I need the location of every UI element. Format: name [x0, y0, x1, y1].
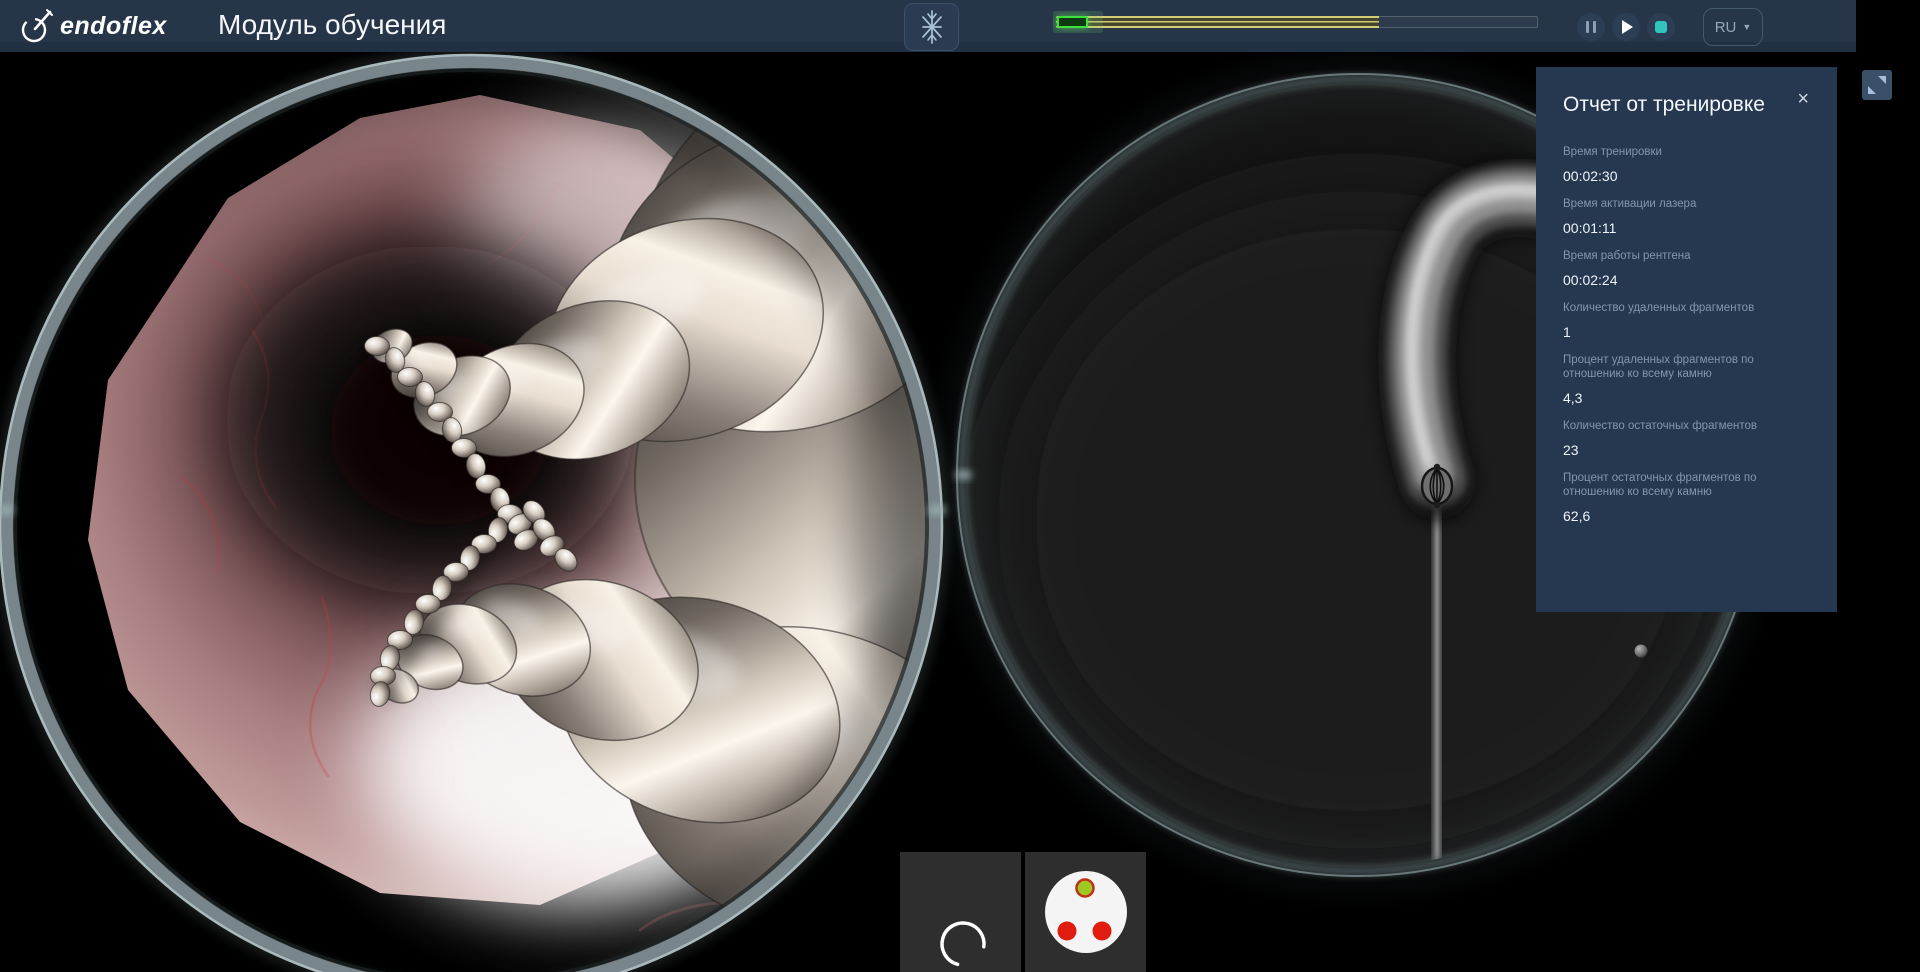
language-selector[interactable]: RU ▼: [1703, 8, 1763, 46]
laser-star-icon: [916, 9, 948, 45]
xray-time-segment: [1056, 16, 1379, 28]
channel-dot-left: [1058, 922, 1077, 941]
stop-button[interactable]: [1647, 13, 1675, 41]
report-item: Количество удаленных фрагментов 1: [1563, 301, 1811, 340]
training-report-panel: Отчет от тренировке × Время тренировки 0…: [1536, 67, 1837, 612]
report-item-value: 00:02:24: [1563, 272, 1811, 288]
rotation-arc: [937, 918, 988, 969]
report-item: Время активации лазера 00:01:11: [1563, 197, 1811, 236]
expand-fullscreen-button[interactable]: [1862, 70, 1892, 100]
report-item-label: Количество удаленных фрагментов: [1563, 301, 1811, 315]
report-item: Время тренировки 00:02:30: [1563, 145, 1811, 184]
laser-time-segment: [1057, 16, 1088, 28]
training-module-screen: Отчет от тренировке × Время тренировки 0…: [0, 0, 1920, 972]
pause-button[interactable]: [1577, 13, 1605, 41]
report-item: Процент удаленных фрагментов по отношени…: [1563, 353, 1811, 406]
report-item-label: Время работы рентгена: [1563, 249, 1811, 263]
top-bar: endoflex Модуль обучения: [0, 0, 1856, 52]
report-item-value: 00:02:30: [1563, 168, 1811, 184]
laser-channel-dot: [1077, 880, 1094, 897]
report-item-value: 62,6: [1563, 508, 1811, 524]
guidewire: [1431, 495, 1442, 863]
report-item-value: 1: [1563, 324, 1811, 340]
logo: endoflex: [18, 7, 167, 45]
page-title: Модуль обучения: [218, 9, 446, 41]
channel-dot-right: [1093, 922, 1112, 941]
report-item-label: Время тренировки: [1563, 145, 1811, 159]
report-item-value: 00:01:11: [1563, 220, 1811, 236]
report-item: Время работы рентгена 00:02:24: [1563, 249, 1811, 288]
report-item: Процент остаточных фрагментов по отношен…: [1563, 471, 1811, 524]
scope-rotation-panel: [900, 852, 1021, 972]
pause-icon: [1586, 21, 1596, 33]
report-title: Отчет от тренировке: [1563, 93, 1765, 117]
report-item-label: Процент удаленных фрагментов по отношени…: [1563, 353, 1811, 381]
report-item: Количество остаточных фрагментов 23: [1563, 419, 1811, 458]
report-item-label: Количество остаточных фрагментов: [1563, 419, 1811, 433]
report-item-value: 4,3: [1563, 390, 1811, 406]
session-progress-bar: [1056, 16, 1538, 28]
chevron-down-icon: ▼: [1742, 23, 1751, 32]
close-icon[interactable]: ×: [1795, 87, 1811, 111]
stop-icon: [1655, 21, 1667, 33]
report-items: Время тренировки 00:02:30 Время активаци…: [1563, 145, 1811, 524]
logo-text: endoflex: [60, 12, 167, 41]
report-item-value: 23: [1563, 442, 1811, 458]
report-item-label: Процент остаточных фрагментов по отношен…: [1563, 471, 1811, 499]
stone-fragment: [1635, 645, 1648, 658]
play-icon: [1622, 20, 1633, 34]
laser-tool-button[interactable]: [904, 3, 959, 51]
scope-channels-panel: [1025, 852, 1146, 972]
endoflex-scope-icon: [18, 7, 54, 45]
play-button[interactable]: [1612, 13, 1640, 41]
expand-diagonal-icon: [1862, 70, 1892, 100]
language-value: RU: [1715, 19, 1737, 36]
report-item-label: Время активации лазера: [1563, 197, 1811, 211]
